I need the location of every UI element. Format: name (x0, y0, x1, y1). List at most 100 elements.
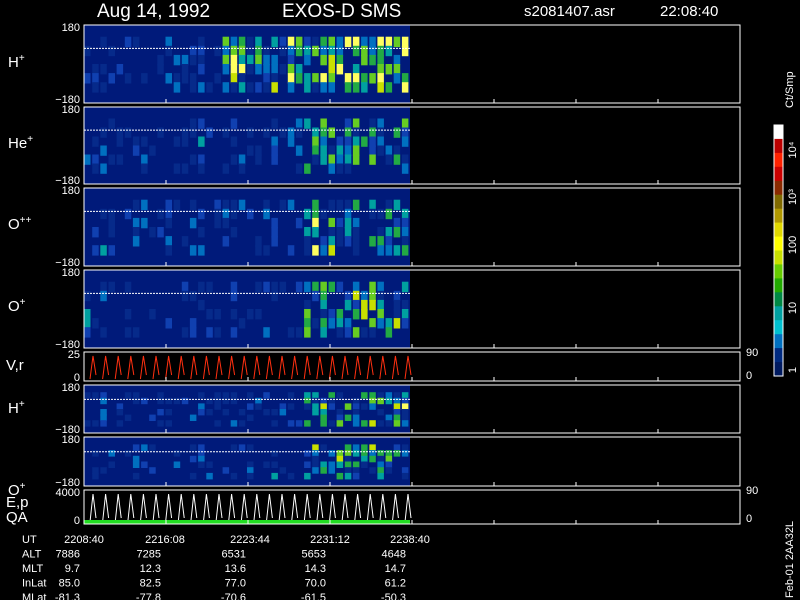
heat-cell (304, 245, 311, 256)
heat-cell (344, 145, 352, 156)
heat-cell (304, 45, 311, 57)
heat-cell (271, 64, 278, 75)
heat-cell (247, 127, 254, 138)
heat-cell (141, 163, 148, 174)
heat-cell (181, 327, 189, 338)
heat-cell (377, 318, 384, 329)
panel-label: He+ (8, 134, 33, 152)
heat-cell (328, 392, 335, 399)
colorbar-segment (774, 250, 783, 265)
heat-cell (149, 145, 156, 156)
heat-cell (377, 409, 384, 416)
panel-label-sup: + (20, 297, 26, 308)
heat-cell (271, 420, 278, 427)
heat-cell (287, 54, 295, 66)
heat-cell (369, 299, 376, 311)
heat-cell (328, 163, 335, 174)
heat-cell (198, 136, 205, 147)
heat-cell (369, 467, 376, 474)
heat-cell (100, 420, 107, 427)
heat-cell (312, 127, 319, 138)
heat-cell (287, 127, 295, 138)
heat-cell (344, 455, 352, 463)
heat-cell (279, 403, 287, 410)
heat-cell (312, 467, 319, 474)
heat-cell (328, 217, 335, 229)
heat-cell (84, 309, 91, 320)
heat-cell (320, 45, 327, 57)
heat-cell (385, 45, 393, 57)
heat-cell (328, 461, 335, 468)
heat-cell (377, 281, 384, 293)
heat-cell (247, 467, 254, 474)
heat-cell (377, 127, 384, 138)
heat-cell (336, 199, 344, 211)
heat-cell (279, 64, 287, 75)
heat-cell (173, 136, 181, 147)
heat-cell (377, 455, 384, 463)
heat-cell (230, 36, 238, 48)
heat-cell (141, 136, 148, 147)
heat-cell (124, 208, 132, 220)
heat-cell (230, 281, 238, 293)
heat-cell (320, 245, 327, 256)
heat-cell (385, 145, 393, 156)
panel-1: 180−180H+ (8, 22, 741, 106)
heat-cell (287, 73, 295, 84)
heat-cell (287, 245, 295, 256)
heat-cell (92, 73, 99, 84)
heat-cell (344, 136, 352, 147)
heat-cell (279, 467, 287, 474)
heat-cell (320, 281, 327, 293)
heat-cell (328, 403, 335, 410)
heat-cell (304, 309, 311, 320)
heat-cell (263, 327, 270, 338)
heat-cell (295, 127, 303, 138)
heat-cell (92, 227, 99, 238)
footer-cell: 14.7 (385, 563, 406, 575)
heat-cell (401, 318, 409, 329)
heat-cell (361, 45, 368, 57)
heat-cell (222, 64, 230, 75)
heat-cell (165, 45, 172, 57)
heat-cell (189, 127, 197, 138)
heat-cell (141, 444, 148, 451)
heat-cell (189, 82, 197, 93)
heat-cell (198, 54, 205, 66)
heat-cell (84, 73, 91, 84)
heat-cell (124, 309, 132, 320)
heat-cell (230, 73, 238, 84)
heat-cell (344, 73, 352, 84)
heat-cell (393, 127, 401, 138)
heat-cell (328, 467, 335, 474)
heat-cell (279, 45, 287, 57)
heat-cell (312, 318, 319, 329)
heat-cell (304, 299, 311, 311)
heat-cell (92, 136, 99, 147)
heat-cell (328, 73, 335, 84)
heat-cell (336, 420, 344, 427)
heat-cell (377, 208, 384, 220)
heat-cell (312, 82, 319, 93)
heat-cell (108, 45, 115, 57)
heat-cell (287, 392, 295, 399)
heat-cell (401, 127, 409, 138)
heat-cell (132, 472, 140, 480)
qa-bar (84, 520, 410, 524)
heat-cell (401, 82, 409, 93)
heat-cell (271, 217, 278, 229)
heat-cell (165, 409, 172, 416)
heat-cell (385, 420, 393, 427)
footer-table: UT 2208:40 2216:08 2223:44 2231:12 2238:40 ALT… (22, 534, 430, 600)
heat-cell (124, 281, 132, 293)
heat-cell (132, 217, 140, 229)
heat-cell (377, 64, 384, 75)
heat-cell (344, 236, 352, 247)
heat-cell (320, 420, 327, 427)
heat-cell (279, 36, 287, 48)
footer-row-name: MLat (22, 592, 46, 600)
heat-cell (116, 403, 124, 410)
heat-cell (247, 472, 254, 480)
heat-cell (92, 245, 99, 256)
heat-cell (238, 36, 246, 48)
